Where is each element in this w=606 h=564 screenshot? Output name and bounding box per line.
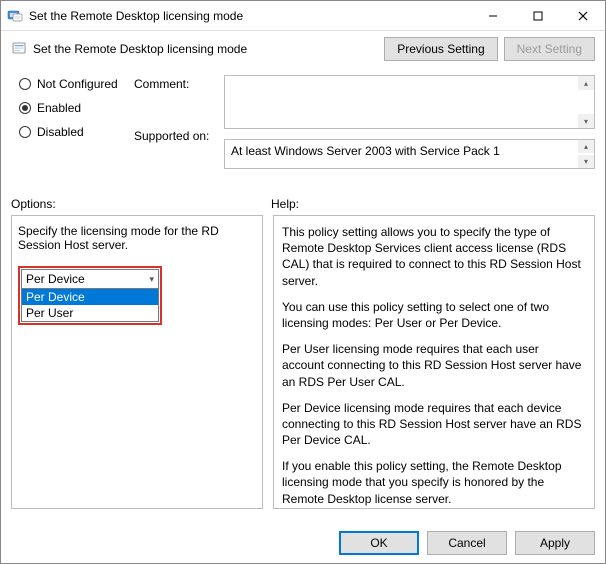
dropdown-item-per-device[interactable]: Per Device — [22, 289, 158, 305]
radio-enabled[interactable]: Enabled — [19, 101, 134, 115]
comment-label: Comment: — [134, 77, 224, 91]
comment-textarea[interactable]: ▴ ▾ — [224, 75, 595, 129]
config-region: Not Configured Enabled Disabled Comment:… — [1, 75, 605, 187]
options-instruction: Specify the licensing mode for the RD Se… — [18, 224, 256, 252]
dialog-buttons: OK Cancel Apply — [339, 531, 595, 555]
field-labels: Comment: Supported on: — [134, 75, 224, 181]
minimize-button[interactable] — [470, 1, 515, 31]
help-text: If you enable this policy setting, the R… — [282, 458, 584, 507]
supported-on-text: At least Windows Server 2003 with Servic… — [231, 144, 500, 158]
radio-label: Disabled — [37, 125, 84, 139]
help-text: This policy setting allows you to specif… — [282, 224, 584, 289]
supported-on-label: Supported on: — [134, 129, 224, 143]
scroll-up-icon[interactable]: ▴ — [578, 140, 594, 153]
scroll-down-icon[interactable]: ▾ — [578, 114, 594, 128]
radio-icon — [19, 126, 31, 138]
policy-icon — [11, 41, 27, 57]
close-button[interactable] — [560, 1, 605, 31]
field-values: ▴ ▾ At least Windows Server 2003 with Se… — [224, 75, 595, 181]
licensing-mode-dropdown[interactable]: Per Device ▾ — [21, 269, 159, 289]
help-panel: This policy setting allows you to specif… — [273, 215, 595, 509]
options-panel: Specify the licensing mode for the RD Se… — [11, 215, 263, 509]
ok-button[interactable]: OK — [339, 531, 419, 555]
window-controls — [470, 1, 605, 30]
licensing-mode-highlight: Per Device ▾ Per Device Per User — [18, 266, 162, 325]
panels: Specify the licensing mode for the RD Se… — [1, 215, 605, 509]
window-title: Set the Remote Desktop licensing mode — [29, 9, 470, 23]
maximize-button[interactable] — [515, 1, 560, 31]
previous-setting-button[interactable]: Previous Setting — [384, 37, 497, 61]
next-setting-button[interactable]: Next Setting — [504, 37, 595, 61]
cancel-button[interactable]: Cancel — [427, 531, 507, 555]
radio-disabled[interactable]: Disabled — [19, 125, 134, 139]
scroll-down-icon[interactable]: ▾ — [578, 155, 594, 168]
dropdown-item-per-user[interactable]: Per User — [22, 305, 158, 321]
dropdown-selected: Per Device — [26, 272, 85, 286]
apply-button[interactable]: Apply — [515, 531, 595, 555]
help-label: Help: — [271, 197, 299, 211]
options-label: Options: — [11, 197, 271, 211]
title-bar: Set the Remote Desktop licensing mode — [1, 1, 605, 31]
chevron-down-icon: ▾ — [149, 274, 154, 285]
section-labels: Options: Help: — [1, 187, 605, 215]
radio-not-configured[interactable]: Not Configured — [19, 77, 134, 91]
header-row: Set the Remote Desktop licensing mode Pr… — [1, 31, 605, 75]
policy-title: Set the Remote Desktop licensing mode — [33, 42, 378, 56]
app-icon — [7, 8, 23, 24]
state-radio-group: Not Configured Enabled Disabled — [19, 75, 134, 181]
supported-on-box: At least Windows Server 2003 with Servic… — [224, 139, 595, 169]
radio-label: Not Configured — [37, 77, 118, 91]
help-text: Per Device licensing mode requires that … — [282, 400, 584, 449]
help-text: You can use this policy setting to selec… — [282, 299, 584, 331]
radio-icon — [19, 78, 31, 90]
dropdown-list: Per Device Per User — [21, 289, 159, 322]
radio-label: Enabled — [37, 101, 81, 115]
help-text: Per User licensing mode requires that ea… — [282, 341, 584, 390]
radio-icon — [19, 102, 31, 114]
scroll-up-icon[interactable]: ▴ — [578, 76, 594, 90]
